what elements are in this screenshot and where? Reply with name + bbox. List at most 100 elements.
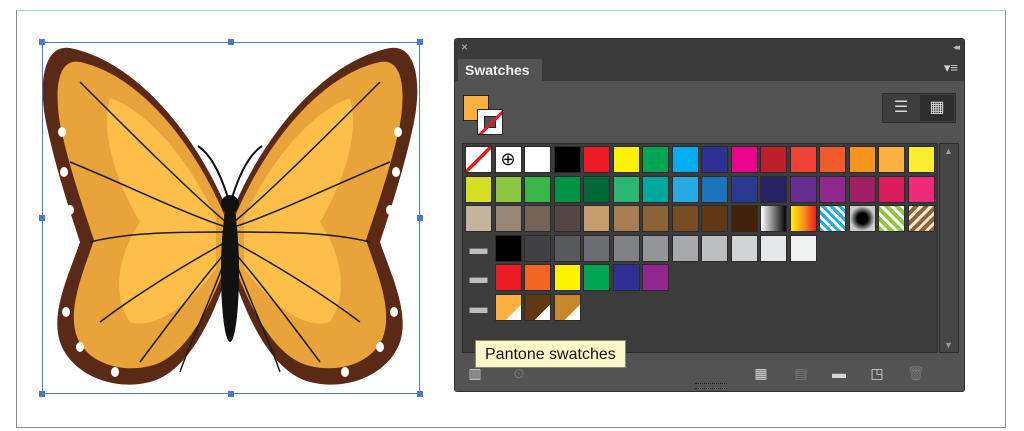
swatch-color[interactable]: [642, 205, 669, 232]
swatch-spot-color[interactable]: [553, 293, 581, 321]
selection-handle-r[interactable]: [417, 215, 423, 221]
selection-handle-tr[interactable]: [417, 39, 423, 45]
swatch-options-icon[interactable]: ▦: [753, 365, 769, 381]
swatch-color[interactable]: [701, 175, 728, 203]
swatch-color[interactable]: [583, 205, 610, 232]
swatch-color[interactable]: [494, 234, 522, 262]
selection-handle-tl[interactable]: [39, 39, 45, 45]
swatch-color[interactable]: [760, 175, 787, 203]
swatch-color[interactable]: [671, 205, 699, 232]
scroll-up-icon[interactable]: ▲: [944, 146, 953, 156]
swatch-color[interactable]: [612, 175, 640, 203]
swatch-registration[interactable]: ⊕: [494, 146, 522, 173]
swatch-color[interactable]: [760, 234, 787, 262]
swatch-gradient[interactable]: [760, 205, 787, 232]
folder-icon[interactable]: ▬: [465, 235, 492, 262]
swatch-color[interactable]: [730, 175, 758, 203]
collapse-icon[interactable]: ◂◂: [953, 39, 960, 55]
panel-menu-icon[interactable]: ▾≡: [944, 59, 958, 77]
swatch-color[interactable]: [494, 264, 522, 291]
selection-handle-t[interactable]: [228, 39, 234, 45]
swatch-color[interactable]: [907, 146, 935, 173]
swatch-color[interactable]: [612, 205, 640, 232]
swatch-color[interactable]: [553, 234, 581, 262]
swatch-color[interactable]: [553, 146, 581, 173]
swatch-pattern[interactable]: [907, 205, 935, 232]
swatch-color[interactable]: [701, 146, 728, 173]
new-group-doc-icon[interactable]: ▤: [793, 365, 809, 381]
folder-icon[interactable]: ▬: [465, 264, 492, 291]
swatch-color[interactable]: [553, 205, 581, 232]
swatch-color[interactable]: [583, 264, 610, 291]
swatch-color[interactable]: [789, 146, 817, 173]
scroll-down-icon[interactable]: ▼: [944, 340, 953, 350]
swatch-color[interactable]: [819, 175, 846, 203]
tab-swatches[interactable]: Swatches: [458, 59, 542, 81]
swatch-color[interactable]: [583, 234, 610, 262]
swatch-color[interactable]: [553, 264, 581, 291]
swatch-gradient[interactable]: [789, 205, 817, 232]
stroke-swatch[interactable]: [477, 109, 503, 135]
delete-icon[interactable]: 🗑: [907, 365, 925, 381]
swatch-color[interactable]: [494, 205, 522, 232]
selection-handle-bl[interactable]: [39, 391, 45, 397]
swatch-color[interactable]: [642, 234, 669, 262]
swatch-color[interactable]: [819, 146, 846, 173]
swatch-color[interactable]: [701, 234, 728, 262]
swatch-color[interactable]: [760, 146, 787, 173]
swatch-color[interactable]: [789, 234, 817, 262]
swatch-pattern[interactable]: [878, 205, 905, 232]
swatch-color[interactable]: [612, 146, 640, 173]
swatches-panel: × ◂◂ Swatches ▾≡ ☰ ▦ ⊕ ▬ ▬ ▬ ▲ ▼ ▥ ⊙ ▦ ▤ ▬ …: [454, 38, 965, 392]
swatch-spot-color[interactable]: [494, 293, 522, 321]
swatch-color[interactable]: [524, 205, 551, 232]
fill-stroke-indicator[interactable]: [463, 95, 509, 139]
swatch-color[interactable]: [848, 146, 876, 173]
selection-handle-br[interactable]: [417, 391, 423, 397]
swatch-color[interactable]: [524, 234, 551, 262]
swatch-color[interactable]: [671, 234, 699, 262]
list-view-icon[interactable]: ☰: [884, 95, 918, 121]
swatch-color[interactable]: [907, 175, 935, 203]
resize-grip[interactable]: [695, 383, 727, 389]
swatch-color[interactable]: [730, 205, 758, 232]
swatch-color[interactable]: [465, 205, 492, 232]
swatch-color[interactable]: [878, 146, 905, 173]
swatch-color[interactable]: [730, 234, 758, 262]
swatch-spot-color[interactable]: [524, 293, 551, 321]
folder-icon[interactable]: ▬: [465, 294, 492, 321]
swatch-color[interactable]: [524, 264, 551, 291]
swatch-none[interactable]: [465, 146, 492, 173]
view-toggle: ☰ ▦: [882, 93, 956, 123]
swatch-scrollbar[interactable]: ▲ ▼: [939, 143, 959, 353]
new-group-icon[interactable]: ▬: [831, 365, 847, 381]
selection-handle-l[interactable]: [39, 215, 45, 221]
swatch-color[interactable]: [612, 264, 640, 291]
swatch-color[interactable]: [583, 146, 610, 173]
close-icon[interactable]: ×: [461, 39, 468, 55]
swatch-color[interactable]: [671, 175, 699, 203]
selection-handle-b[interactable]: [228, 391, 234, 397]
swatch-color[interactable]: [524, 146, 551, 173]
swatch-color[interactable]: [730, 146, 758, 173]
new-swatch-icon[interactable]: ◳: [869, 365, 885, 381]
swatch-color[interactable]: [878, 175, 905, 203]
swatch-color[interactable]: [701, 205, 728, 232]
tooltip: Pantone swatches: [475, 340, 626, 368]
swatch-color[interactable]: [642, 264, 669, 291]
swatch-color[interactable]: [612, 234, 640, 262]
swatch-pattern[interactable]: [848, 205, 876, 232]
swatch-color[interactable]: [848, 175, 876, 203]
swatch-pattern[interactable]: [819, 205, 846, 232]
swatch-color[interactable]: [583, 175, 610, 203]
swatch-color[interactable]: [553, 175, 581, 203]
swatch-color[interactable]: [642, 146, 669, 173]
swatch-color[interactable]: [671, 146, 699, 173]
swatch-color[interactable]: [642, 175, 669, 203]
swatch-color[interactable]: [789, 175, 817, 203]
selection-bounding-box[interactable]: [42, 42, 420, 394]
swatch-color[interactable]: [494, 175, 522, 203]
grid-view-icon[interactable]: ▦: [920, 95, 954, 121]
swatch-color[interactable]: [465, 175, 492, 203]
swatch-color[interactable]: [524, 175, 551, 203]
